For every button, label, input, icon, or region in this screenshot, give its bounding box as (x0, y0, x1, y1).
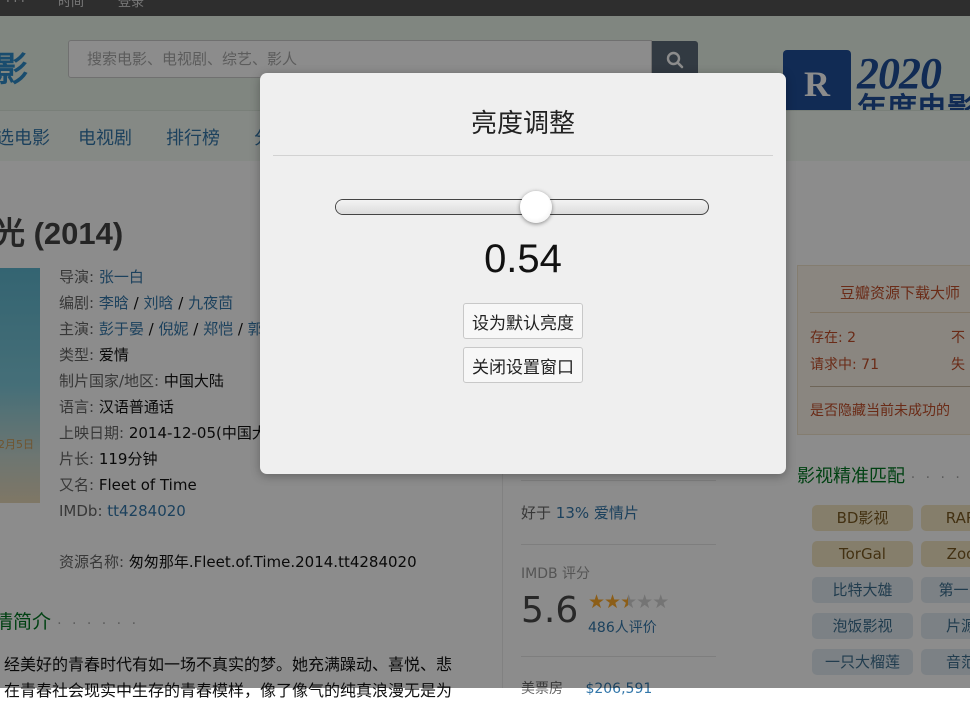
close-settings-button[interactable]: 关闭设置窗口 (463, 347, 583, 383)
brightness-slider[interactable] (335, 191, 709, 223)
brightness-value: 0.54 (484, 237, 562, 281)
dialog-title: 亮度调整 (470, 109, 575, 139)
slider-track-fill (336, 200, 536, 214)
set-default-brightness-button[interactable]: 设为默认亮度 (463, 303, 583, 339)
brightness-dialog: 亮度调整 0.54 设为默认亮度 关闭设置窗口 (260, 73, 786, 474)
dialog-divider (273, 155, 773, 156)
slider-handle[interactable] (519, 191, 552, 223)
